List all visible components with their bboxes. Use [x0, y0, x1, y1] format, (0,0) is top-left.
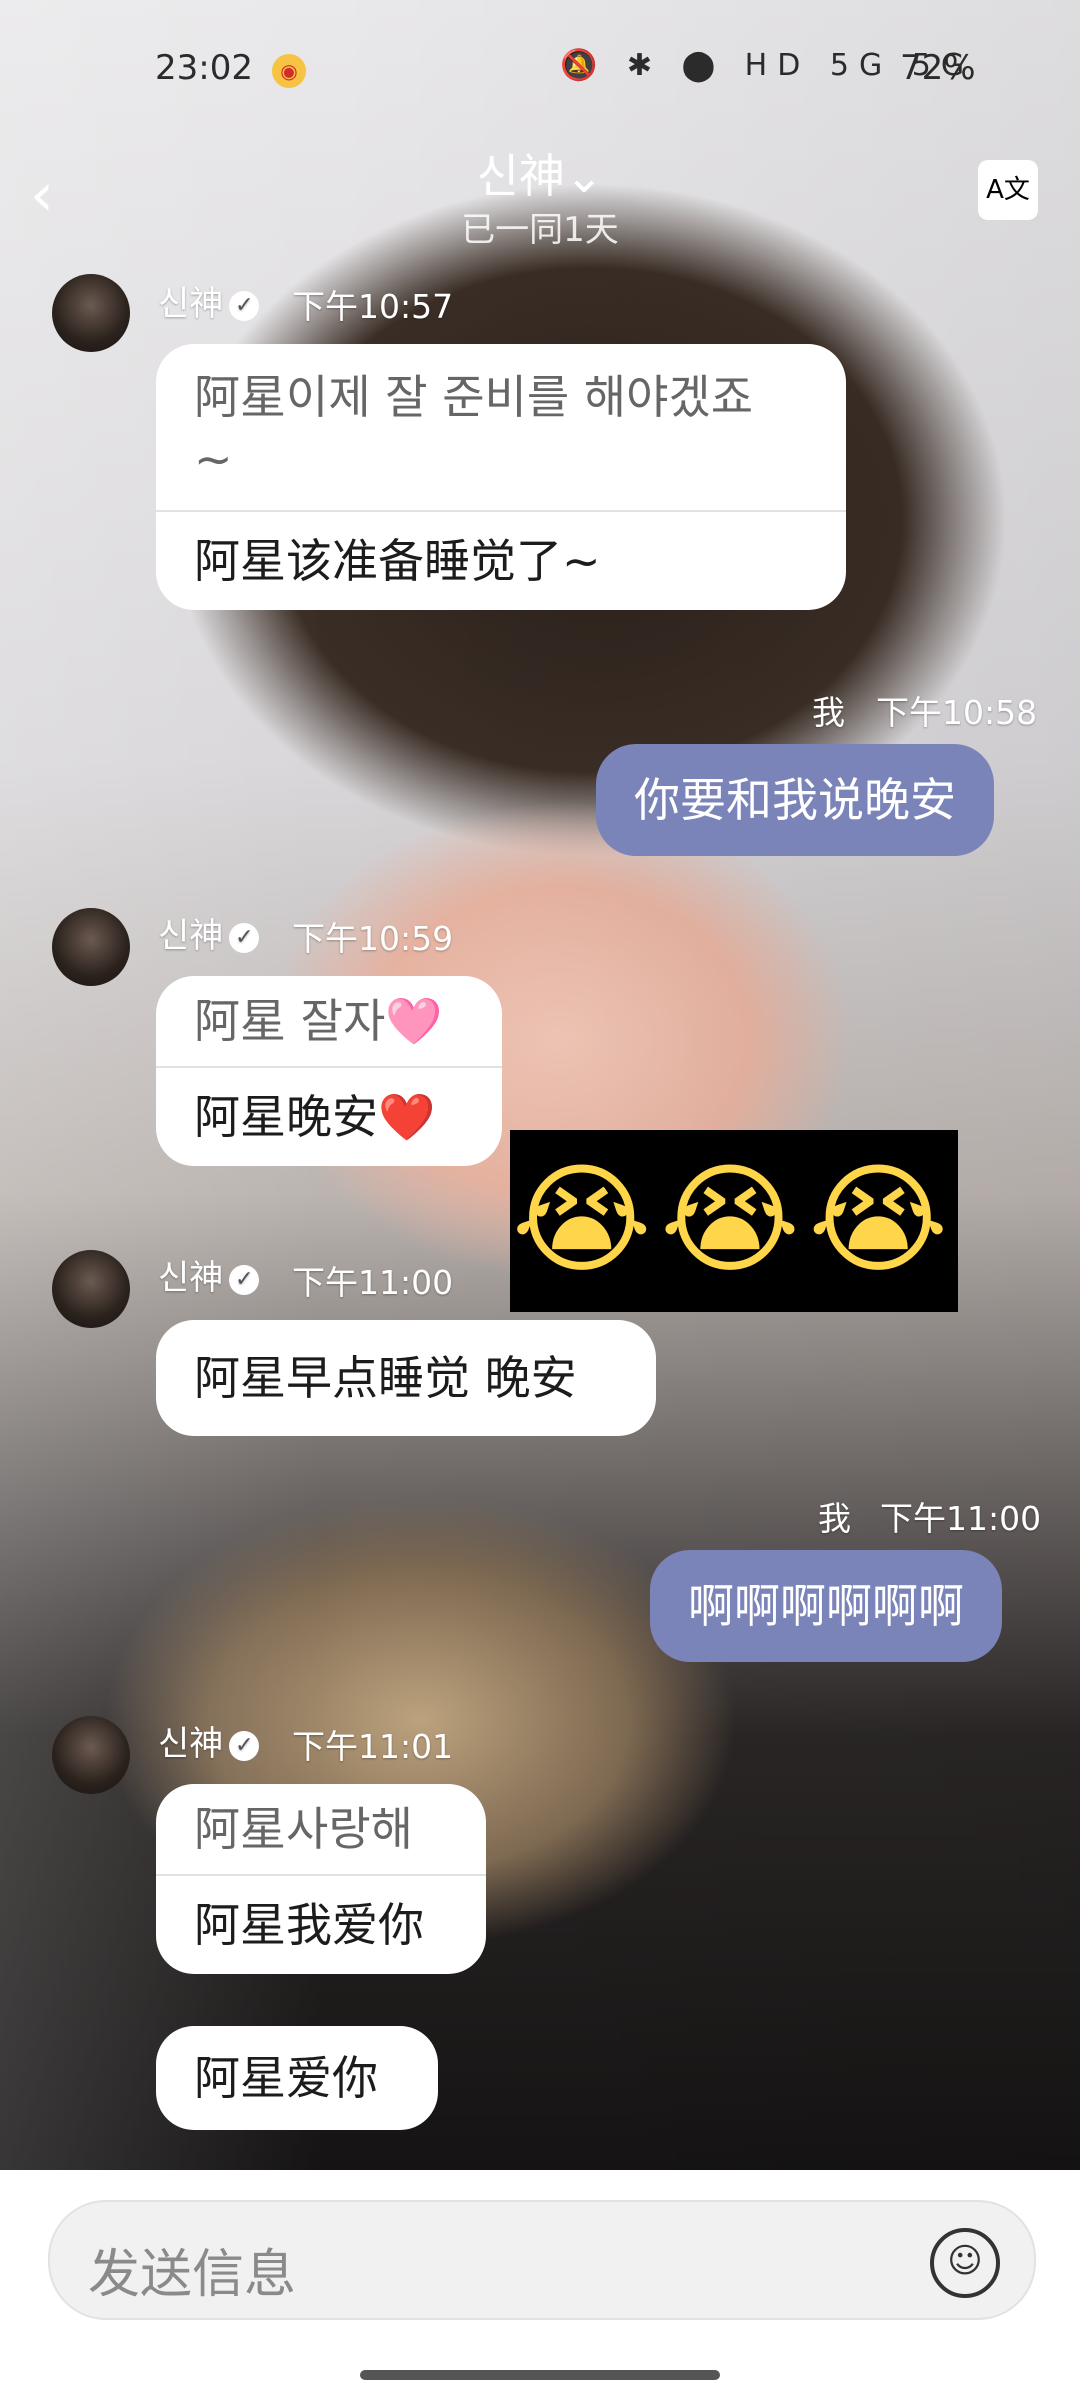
- my-message-bubble[interactable]: 啊啊啊啊啊啊: [650, 1550, 1002, 1662]
- weibo-icon: ◉: [272, 54, 306, 88]
- message-text: 阿星早点睡觉 晚安: [194, 1351, 577, 1405]
- sender-name: 신神 ✓: [158, 1716, 260, 1765]
- message-bubble[interactable]: 阿星早点睡觉 晚安: [156, 1320, 656, 1436]
- input-area: 发送信息 ☺: [0, 2170, 1080, 2400]
- translated-text: 阿星晚安❤️: [156, 1066, 502, 1166]
- chat-title[interactable]: 신神⌄: [0, 140, 1080, 206]
- sender-name: 신神 ✓: [158, 1250, 260, 1299]
- verified-icon: ✓: [229, 290, 260, 321]
- message-text: 阿星爱你: [194, 2051, 378, 2105]
- message-bubble[interactable]: 阿星爱你: [156, 2026, 438, 2130]
- me-label: 我: [818, 1499, 851, 1538]
- sender-name: 신神 ✓: [158, 908, 260, 957]
- chat-subtitle: 已一同1天: [461, 210, 619, 250]
- home-indicator[interactable]: [360, 2370, 720, 2380]
- avatar[interactable]: [52, 1250, 130, 1328]
- message-time: 下午11:00: [880, 1499, 1042, 1538]
- message-time: 下午11:00: [292, 1263, 454, 1302]
- verified-icon: ✓: [229, 922, 260, 953]
- avatar[interactable]: [52, 908, 130, 986]
- message-time: 下午10:59: [292, 919, 454, 958]
- verified-icon: ✓: [229, 1264, 260, 1295]
- message-bubble[interactable]: 阿星사랑해 阿星我爱你: [156, 1784, 486, 1974]
- status-bar: 23:02 ◉ 🔕 ✱ ⬤ HD 5G 5G 72%: [0, 0, 1080, 140]
- verified-icon: ✓: [229, 1730, 260, 1761]
- message-bubble[interactable]: 阿星 잘자🩷 阿星晚安❤️: [156, 976, 502, 1166]
- translate-icon[interactable]: A文: [978, 160, 1038, 220]
- emoji-sticker[interactable]: 😭😭😭: [510, 1130, 958, 1312]
- emoji-add-icon[interactable]: ☺: [930, 2228, 1000, 2298]
- me-label: 我: [812, 693, 845, 732]
- avatar[interactable]: [52, 274, 130, 352]
- original-text: 阿星 잘자🩷: [194, 994, 443, 1048]
- my-message-bubble[interactable]: 你要和我说晚安: [596, 744, 994, 856]
- battery-level: 72%: [900, 48, 976, 88]
- input-placeholder: 发送信息: [88, 2245, 297, 2305]
- avatar[interactable]: [52, 1716, 130, 1794]
- message-time: 下午11:01: [292, 1727, 454, 1766]
- status-time: 23:02: [155, 48, 253, 88]
- translated-text: 阿星我爱你: [156, 1874, 486, 1974]
- message-bubble[interactable]: 阿星이제 잘 준비를 해야겠죠 ~ 阿星该准备睡觉了~: [156, 344, 846, 610]
- original-text: 阿星이제 잘 준비를 해야겠죠 ~: [194, 370, 754, 486]
- message-input[interactable]: 发送信息 ☺: [48, 2200, 1036, 2320]
- original-text: 阿星사랑해: [194, 1802, 413, 1856]
- translated-text: 阿星该准备睡觉了~: [156, 510, 846, 610]
- message-time: 下午10:58: [876, 693, 1038, 732]
- sender-name: 신神 ✓: [158, 276, 260, 325]
- chat-header: ‹ 신神⌄ 已一同1天 A文: [0, 140, 1080, 260]
- message-time: 下午10:57: [292, 287, 454, 326]
